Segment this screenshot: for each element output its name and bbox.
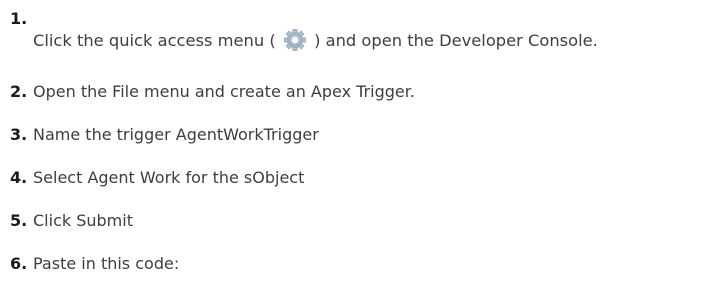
step-number: 2. [10, 82, 28, 101]
step-text: Paste in this code: [33, 254, 180, 273]
gear-icon [282, 28, 308, 52]
step-number: 4. [10, 168, 28, 187]
step-text: Select Agent Work for the sObject [33, 168, 305, 187]
step-text: Open the File menu and create an Apex Tr… [33, 82, 415, 101]
step-text-before-icon: Click the quick access menu ( [33, 31, 276, 50]
instruction-list: 1. Click the quick access menu () and o… [0, 0, 714, 288]
step-text: Click the quick access menu () and open… [33, 28, 598, 52]
step-text: Click Submit [33, 211, 133, 230]
step-text: Name the trigger AgentWorkTrigger [33, 125, 319, 144]
step-number: 1. [10, 9, 28, 28]
step-number: 5. [10, 211, 28, 230]
step-number: 6. [10, 254, 28, 273]
step-number: 3. [10, 125, 28, 144]
step-text-after-icon: ) and open the Developer Console. [314, 31, 598, 50]
